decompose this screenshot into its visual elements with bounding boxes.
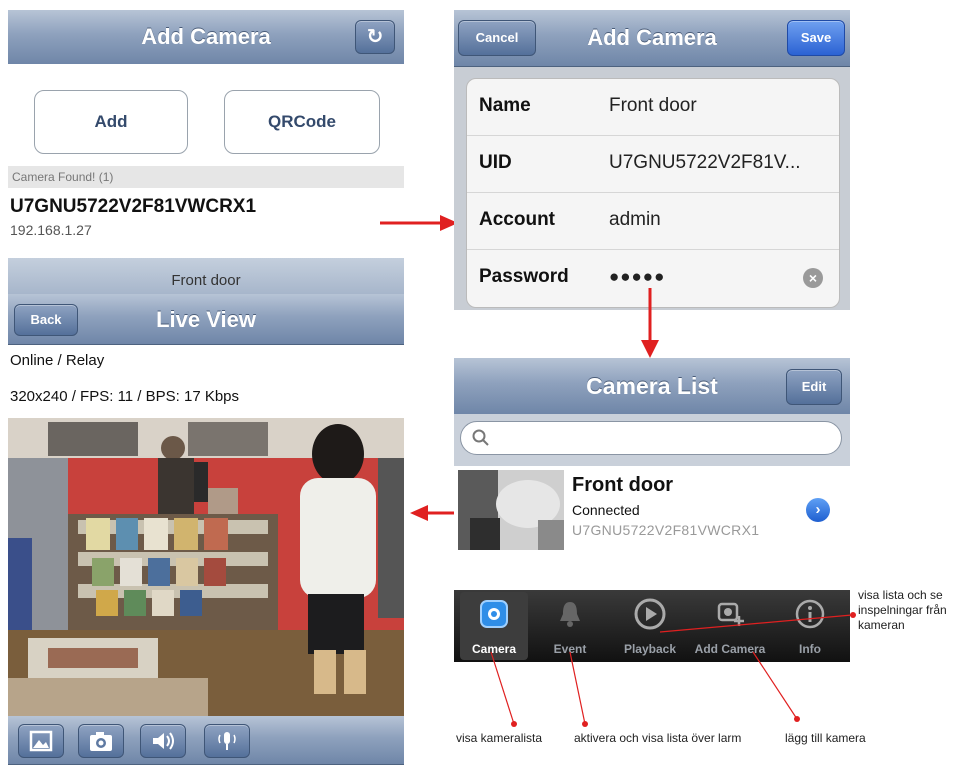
list-item[interactable]: Front door Connected U7GNU5722V2F81VWCRX… bbox=[454, 466, 850, 556]
camera-found-header: Camera Found! (1) bbox=[8, 166, 404, 188]
nav-bar: Add Camera ↻ bbox=[8, 10, 404, 65]
detail-disclosure-icon[interactable]: › bbox=[806, 498, 830, 522]
arrow-right bbox=[380, 215, 460, 236]
snapshot-button[interactable] bbox=[78, 724, 124, 758]
add-camera-icon bbox=[717, 602, 744, 626]
account-row[interactable]: Account admin bbox=[467, 193, 839, 250]
camera-list-panel: Camera List Edit Front door Connected U7… bbox=[454, 358, 850, 662]
header-strip: Front door bbox=[8, 258, 404, 294]
camera-thumbnail bbox=[458, 470, 564, 550]
refresh-button[interactable]: ↻ bbox=[355, 20, 395, 54]
camera-list: Front door Connected U7GNU5722V2F81VWCRX… bbox=[454, 466, 850, 590]
uid-value: U7GNU5722V2F81V... bbox=[609, 152, 801, 173]
speaker-icon bbox=[153, 732, 174, 750]
header-strip-text: Front door bbox=[171, 272, 241, 289]
status-text: Online / Relay bbox=[10, 352, 105, 369]
tab-add-camera[interactable]: Add Camera bbox=[694, 590, 766, 662]
annotation-add-camera: lägg till kamera bbox=[785, 731, 866, 745]
annotation-playback-line2: inspelningar från bbox=[858, 603, 947, 617]
search-input[interactable] bbox=[460, 421, 842, 455]
photo-button[interactable] bbox=[18, 724, 64, 758]
tab-bar: Camera Event Playback Add Camera Info bbox=[454, 590, 850, 662]
speaker-button[interactable] bbox=[140, 724, 186, 758]
page-title: Add Camera bbox=[141, 24, 271, 49]
info-icon bbox=[795, 599, 825, 629]
account-label: Account bbox=[479, 209, 555, 230]
form-card: Name Front door UID U7GNU5722V2F81V... A… bbox=[466, 78, 840, 308]
save-button[interactable]: Save bbox=[787, 20, 845, 56]
qrcode-button[interactable]: QRCode bbox=[224, 90, 380, 154]
tab-label: Add Camera bbox=[694, 642, 766, 656]
page-title: Live View bbox=[156, 307, 256, 332]
button-area: Add QRCode bbox=[8, 64, 404, 168]
password-label: Password bbox=[479, 266, 569, 287]
annotation-playback-line1: visa lista och se bbox=[858, 588, 943, 602]
nav-bar: Cancel Add Camera Save bbox=[454, 10, 850, 67]
found-camera-item[interactable]: U7GNU5722V2F81VWCRX1 192.168.1.27 bbox=[8, 188, 404, 246]
camera-status: Connected bbox=[572, 502, 640, 518]
annotation-camera: visa kameralista bbox=[456, 731, 543, 745]
camera-icon bbox=[90, 732, 112, 751]
camera-uid: U7GNU5722V2F81VWCRX1 bbox=[572, 522, 760, 538]
tab-event[interactable]: Event bbox=[534, 590, 606, 662]
found-camera-uid: U7GNU5722V2F81VWCRX1 bbox=[10, 196, 257, 217]
name-value: Front door bbox=[609, 95, 697, 116]
tab-camera[interactable]: Camera bbox=[458, 590, 530, 662]
nav-bar: Camera List Edit bbox=[454, 358, 850, 415]
tab-info[interactable]: Info bbox=[774, 590, 846, 662]
camera-found-label: Camera Found! (1) bbox=[12, 170, 114, 184]
nav-bar: Back Live View bbox=[8, 294, 404, 345]
live-video[interactable] bbox=[8, 418, 404, 716]
photo-icon bbox=[29, 730, 53, 752]
annotation-event: aktivera och visa lista över larm bbox=[574, 731, 742, 745]
edit-button[interactable]: Edit bbox=[786, 369, 842, 405]
name-label: Name bbox=[479, 95, 531, 116]
tab-label: Info bbox=[799, 642, 821, 656]
arrow-down bbox=[641, 288, 659, 365]
live-view-panel: Front door Back Live View Online / Relay… bbox=[8, 258, 404, 765]
clear-icon[interactable]: × bbox=[803, 268, 823, 288]
found-camera-ip: 192.168.1.27 bbox=[10, 222, 92, 238]
add-camera-panel: Add Camera ↻ Add QRCode Camera Found! (1… bbox=[8, 10, 404, 246]
play-icon bbox=[634, 598, 666, 630]
uid-row[interactable]: UID U7GNU5722V2F81V... bbox=[467, 136, 839, 193]
bell-icon bbox=[560, 602, 580, 627]
stats-text: 320x240 / FPS: 11 / BPS: 17 Kbps bbox=[10, 388, 240, 405]
refresh-icon: ↻ bbox=[366, 26, 384, 48]
video-toolbar bbox=[8, 716, 404, 765]
tab-label: Event bbox=[553, 642, 587, 656]
tab-label: Camera bbox=[471, 642, 517, 656]
search-area bbox=[454, 414, 850, 466]
annotation-dot bbox=[511, 721, 517, 727]
camera-tab-icon bbox=[480, 600, 508, 628]
camera-name: Front door bbox=[572, 474, 674, 496]
microphone-icon bbox=[218, 732, 236, 750]
edit-camera-panel: Cancel Add Camera Save Name Front door U… bbox=[454, 10, 850, 310]
password-value: ●●●●● bbox=[609, 267, 666, 286]
account-value: admin bbox=[609, 209, 661, 230]
name-row[interactable]: Name Front door bbox=[467, 79, 839, 136]
add-button[interactable]: Add bbox=[34, 90, 188, 154]
annotation-dot bbox=[794, 716, 800, 722]
microphone-button[interactable] bbox=[204, 724, 250, 758]
search-icon bbox=[472, 429, 489, 446]
annotation-dot bbox=[850, 612, 856, 618]
annotation-dot bbox=[582, 721, 588, 727]
tab-playback[interactable]: Playback bbox=[614, 590, 686, 662]
annotation-playback-line3: kameran bbox=[858, 618, 905, 632]
uid-label: UID bbox=[479, 152, 512, 173]
tab-label: Playback bbox=[623, 642, 677, 656]
